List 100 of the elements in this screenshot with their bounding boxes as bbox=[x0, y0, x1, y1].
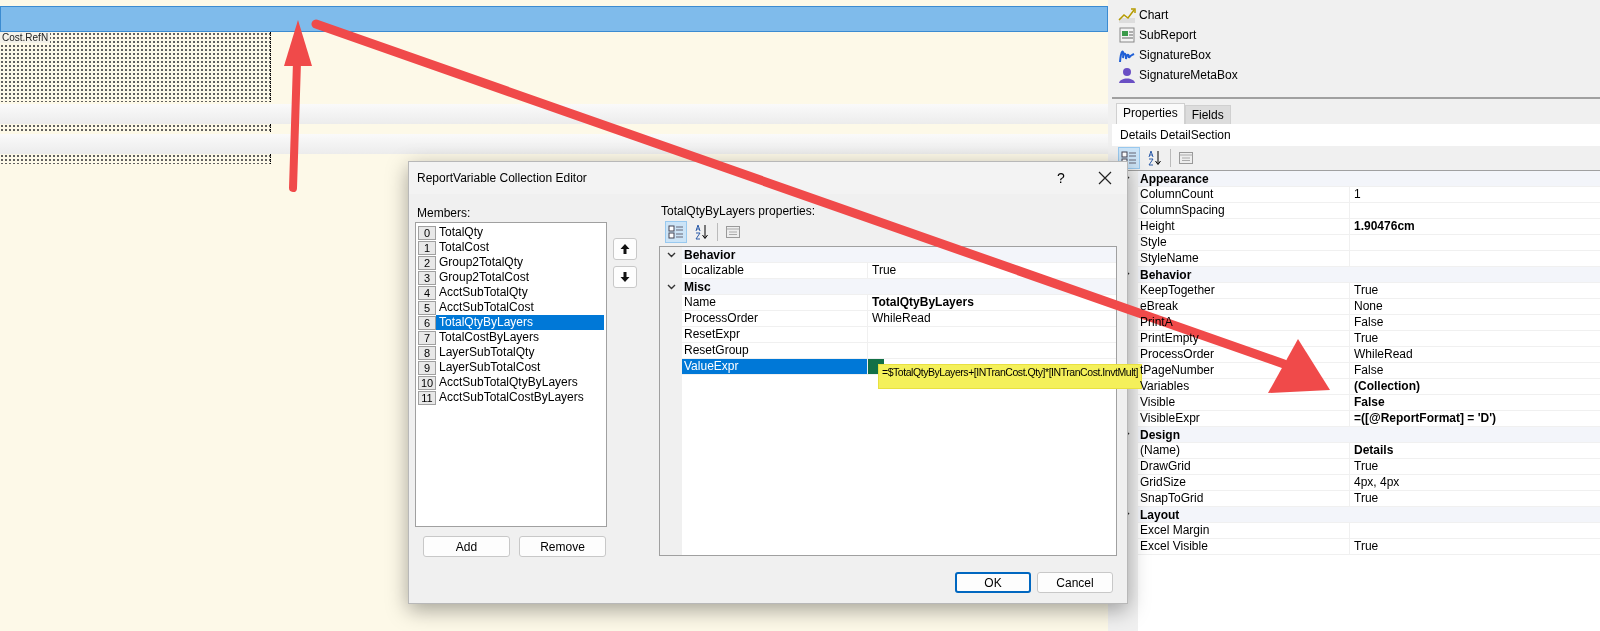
member-index: 6 bbox=[418, 315, 436, 330]
property-name[interactable]: ValueExpr bbox=[682, 359, 868, 374]
tab[interactable]: Properties bbox=[1116, 103, 1185, 124]
member-index: 0 bbox=[418, 225, 436, 240]
ok-button[interactable]: OK bbox=[955, 572, 1031, 593]
person-icon bbox=[1118, 66, 1136, 84]
member-item[interactable]: AcctSubTotalQty bbox=[436, 285, 604, 300]
property-name[interactable]: Excel Visible bbox=[1138, 539, 1350, 554]
property-value[interactable]: False bbox=[1350, 395, 1389, 410]
toolbox-item[interactable]: Chart bbox=[1139, 8, 1169, 22]
report-section-band[interactable] bbox=[0, 134, 1108, 154]
member-index: 10 bbox=[418, 375, 436, 390]
member-index: 7 bbox=[418, 330, 436, 345]
property-name[interactable]: ColumnCount bbox=[1138, 187, 1350, 202]
member-item[interactable]: LayerSubTotalCost bbox=[436, 360, 604, 375]
move-up-button[interactable] bbox=[613, 238, 637, 260]
property-name[interactable]: ColumnSpacing bbox=[1138, 203, 1350, 218]
property-value[interactable]: Details bbox=[1350, 443, 1398, 458]
property-value[interactable]: =([@ReportFormat] = 'D') bbox=[1350, 411, 1501, 426]
property-name[interactable]: Style bbox=[1138, 235, 1350, 250]
category-header: Design bbox=[1139, 427, 1180, 442]
member-item[interactable]: LayerSubTotalQty bbox=[436, 345, 604, 360]
property-name[interactable]: eBreak bbox=[1138, 299, 1350, 314]
property-value[interactable]: 1.90476cm bbox=[1350, 219, 1419, 234]
member-index: 2 bbox=[418, 255, 436, 270]
member-item[interactable]: TotalQty bbox=[436, 225, 604, 240]
toolbox-item[interactable]: SignatureMetaBox bbox=[1139, 68, 1238, 82]
remove-button[interactable]: Remove bbox=[519, 536, 606, 557]
property-value[interactable]: WhileRead bbox=[868, 311, 935, 326]
member-item[interactable]: Group2TotalCost bbox=[436, 270, 604, 285]
category-header: Behavior bbox=[683, 247, 736, 262]
property-value[interactable]: True bbox=[868, 263, 901, 278]
sort-az-icon bbox=[1147, 150, 1163, 166]
property-name[interactable]: Height bbox=[1138, 219, 1350, 234]
property-value[interactable]: 1 bbox=[1350, 187, 1365, 202]
property-value[interactable]: None bbox=[1350, 299, 1387, 314]
property-value[interactable]: False bbox=[1350, 315, 1388, 330]
chevron-down-icon[interactable] bbox=[665, 282, 677, 291]
property-value[interactable]: 4px, 4px bbox=[1350, 475, 1404, 490]
category-header: Appearance bbox=[1139, 171, 1209, 186]
toolbox-item[interactable]: SignatureBox bbox=[1139, 48, 1212, 62]
sort-az-icon bbox=[694, 224, 710, 240]
member-item[interactable]: TotalQtyByLayers bbox=[436, 315, 604, 330]
property-name[interactable]: ProcessOrder bbox=[682, 311, 868, 326]
close-icon bbox=[1098, 171, 1112, 185]
help-button[interactable]: ? bbox=[1039, 162, 1083, 194]
property-value[interactable]: True bbox=[1350, 459, 1383, 474]
property-name[interactable]: GridSize bbox=[1138, 475, 1350, 490]
member-item[interactable]: AcctSubTotalCost bbox=[436, 300, 604, 315]
properties-label: TotalQtyByLayers properties: bbox=[660, 204, 817, 220]
object-selector[interactable]: Details DetailSection bbox=[1120, 128, 1231, 142]
member-index: 1 bbox=[418, 240, 436, 255]
property-name[interactable]: ResetExpr bbox=[682, 327, 868, 342]
report-section-band[interactable] bbox=[0, 6, 1108, 32]
member-index: 5 bbox=[418, 300, 436, 315]
property-value[interactable]: (Collection) bbox=[1350, 379, 1424, 394]
property-name[interactable]: StyleName bbox=[1138, 251, 1350, 266]
report-field[interactable]: Cost.RefN bbox=[0, 32, 51, 43]
property-name[interactable]: ResetGroup bbox=[682, 343, 868, 358]
property-name[interactable]: DrawGrid bbox=[1138, 459, 1350, 474]
property-name[interactable]: SnapToGrid bbox=[1138, 491, 1350, 506]
add-button[interactable]: Add bbox=[423, 536, 510, 557]
member-item[interactable]: AcctSubTotalQtyByLayers bbox=[436, 375, 604, 390]
dialog-title: ReportVariable Collection Editor bbox=[417, 171, 588, 185]
property-pages-icon bbox=[1178, 150, 1194, 166]
member-item[interactable]: AcctSubTotalCostByLayers bbox=[436, 390, 604, 405]
move-down-button[interactable] bbox=[613, 266, 637, 288]
property-name[interactable]: (Name) bbox=[1138, 443, 1350, 458]
categorized-button[interactable] bbox=[665, 221, 687, 243]
tab[interactable]: Fields bbox=[1184, 105, 1231, 124]
property-name[interactable]: Visible bbox=[1138, 395, 1350, 410]
member-item[interactable]: TotalCost bbox=[436, 240, 604, 255]
property-name[interactable]: KeepTogether bbox=[1138, 283, 1350, 298]
property-value[interactable]: True bbox=[1350, 283, 1383, 298]
arrow-up-icon bbox=[620, 243, 630, 255]
member-index: 11 bbox=[418, 390, 436, 405]
cancel-button[interactable]: Cancel bbox=[1037, 572, 1113, 593]
chart-icon bbox=[1118, 6, 1136, 24]
chevron-down-icon[interactable] bbox=[665, 250, 677, 259]
report-section-band[interactable] bbox=[0, 104, 1108, 124]
member-item[interactable]: TotalCostByLayers bbox=[436, 330, 604, 345]
property-value[interactable]: False bbox=[1350, 363, 1388, 378]
property-name[interactable]: Excel Margin bbox=[1138, 523, 1350, 538]
report-icon bbox=[1118, 26, 1136, 44]
property-value[interactable]: TotalQtyByLayers bbox=[868, 295, 978, 310]
toolbox-item[interactable]: SubReport bbox=[1139, 28, 1197, 42]
property-value[interactable]: True bbox=[1350, 331, 1383, 346]
category-header: Layout bbox=[1139, 507, 1180, 522]
property-value[interactable]: True bbox=[1350, 491, 1383, 506]
member-index: 9 bbox=[418, 360, 436, 375]
member-item[interactable]: Group2TotalQty bbox=[436, 255, 604, 270]
property-name[interactable]: Localizable bbox=[682, 263, 868, 278]
members-label: Members: bbox=[416, 205, 472, 222]
member-index: 8 bbox=[418, 345, 436, 360]
property-value[interactable]: True bbox=[1350, 539, 1383, 554]
member-index: 3 bbox=[418, 270, 436, 285]
property-name[interactable]: VisibleExpr bbox=[1138, 411, 1350, 426]
property-pages-icon bbox=[725, 224, 741, 240]
property-name[interactable]: Name bbox=[682, 295, 868, 310]
property-value[interactable]: WhileRead bbox=[1350, 347, 1417, 362]
